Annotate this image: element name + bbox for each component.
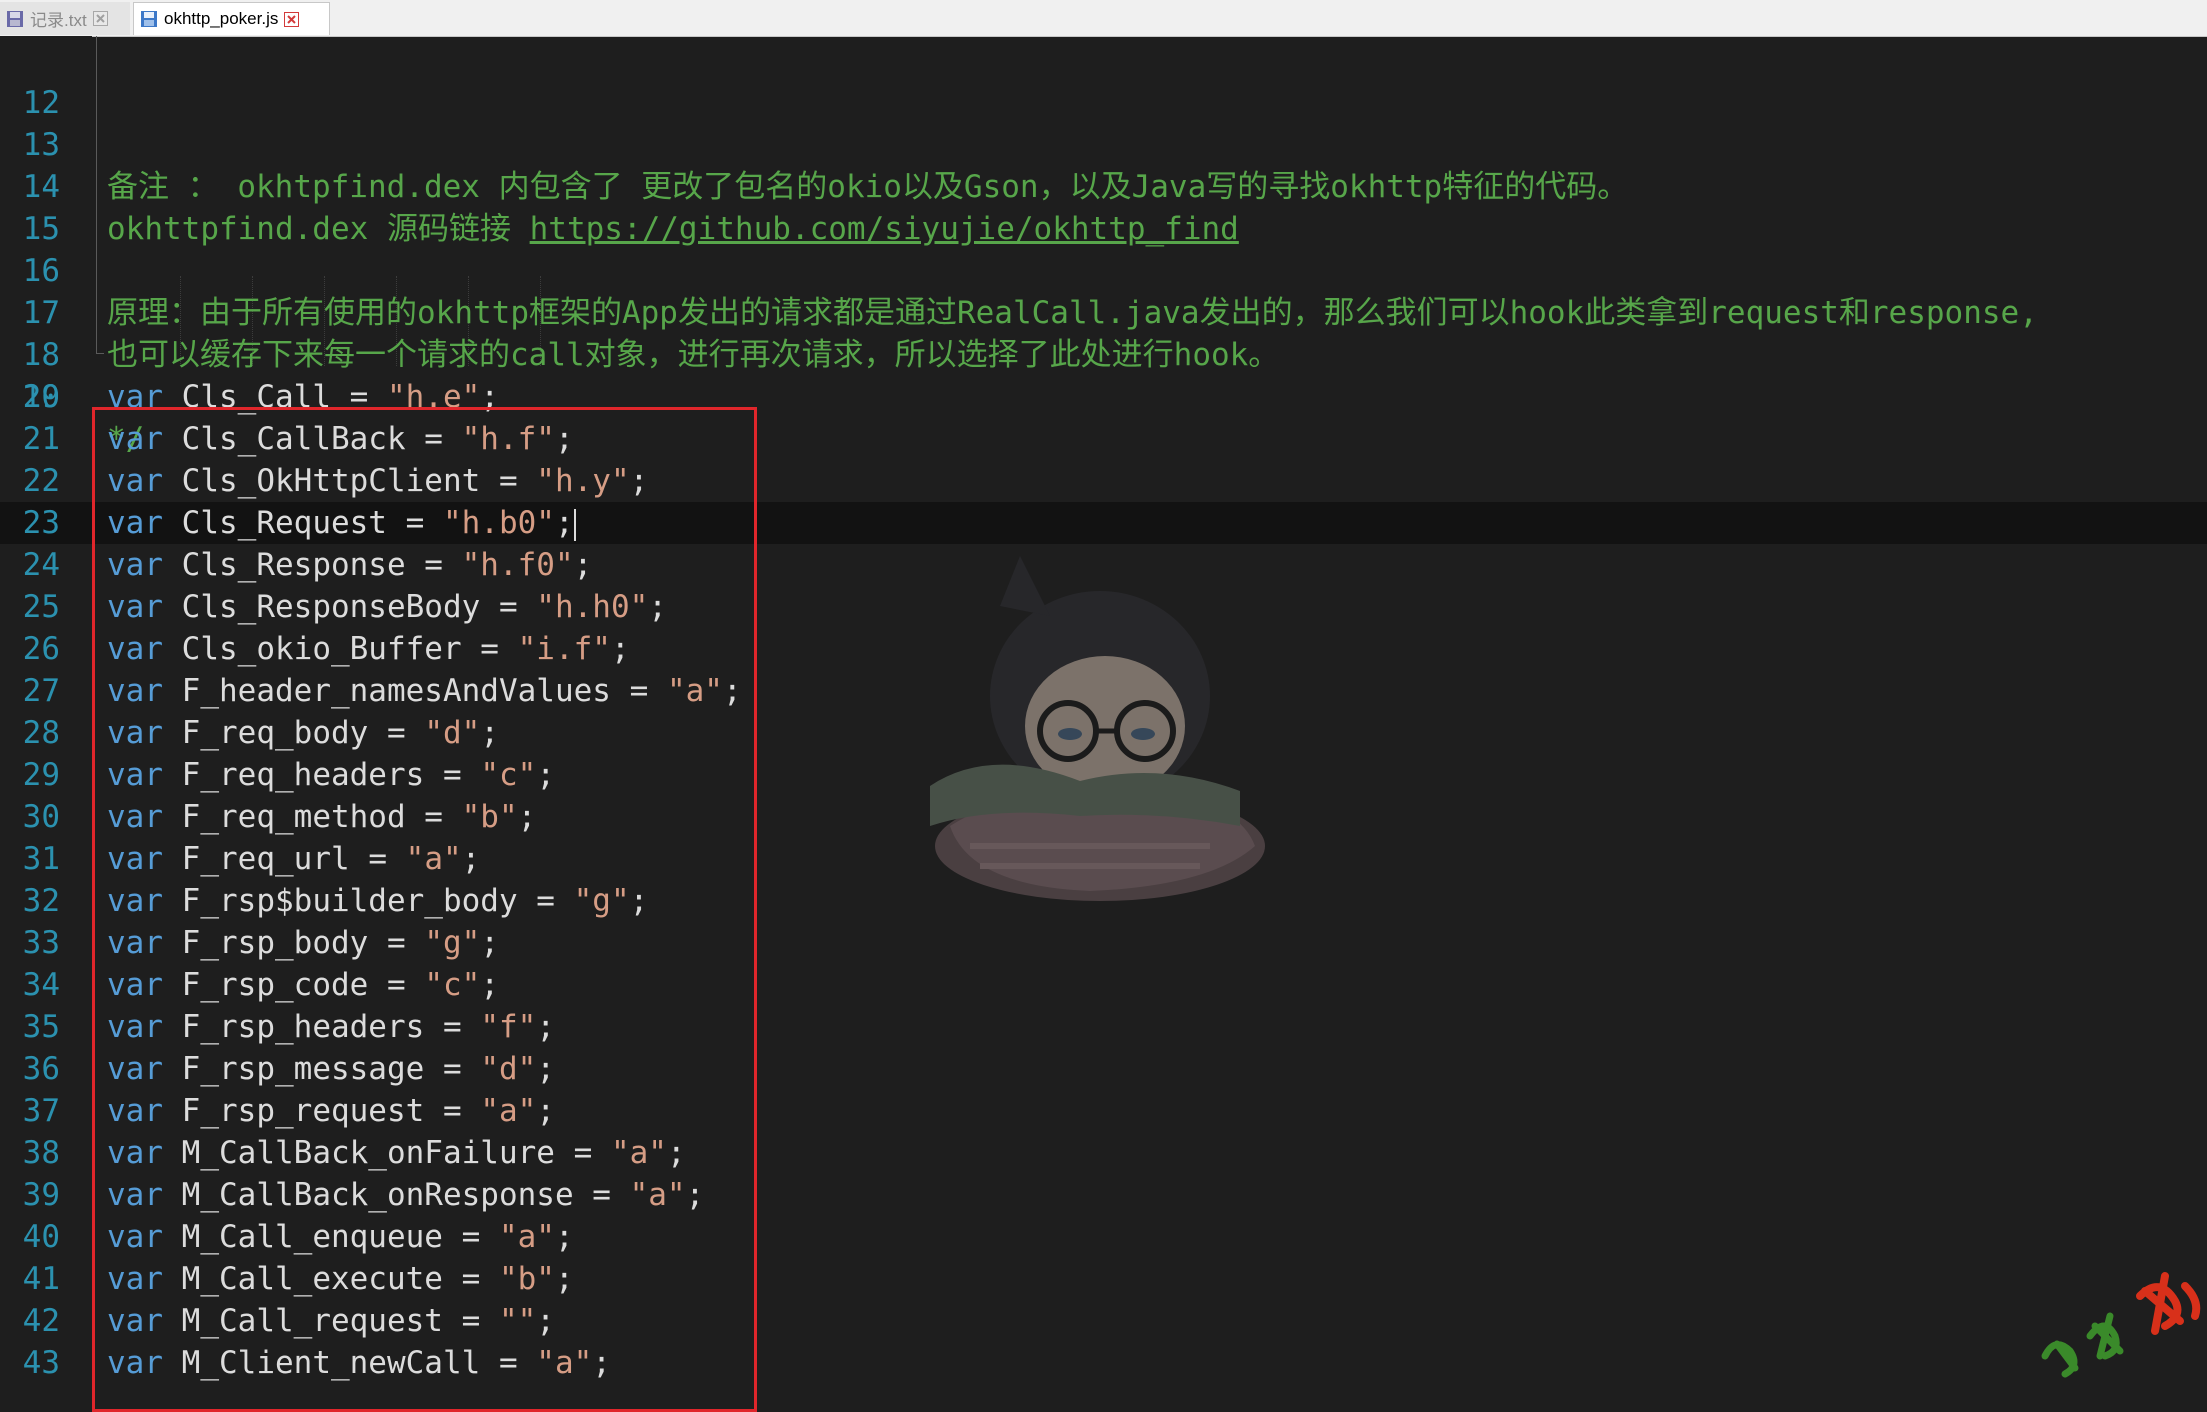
line-number: 28 [22, 715, 60, 751]
line-number: 40 [22, 1219, 60, 1255]
tab-notes-txt[interactable]: 记录.txt [0, 2, 130, 35]
code-line[interactable]: 19 */ [0, 334, 2207, 457]
line-number: 35 [22, 1009, 60, 1045]
code-line[interactable]: 13 备注 ： okhtpfind.dex 内包含了 更改了包名的okio以及G… [0, 82, 2207, 205]
signature-stamp-image [2035, 1256, 2207, 1386]
line-number: 34 [22, 967, 60, 1003]
line-number: 24 [22, 547, 60, 583]
tab-label: 记录.txt [30, 11, 87, 30]
line-number: 21 [22, 421, 60, 457]
line-number: 33 [22, 925, 60, 961]
code-line[interactable]: 15 [0, 166, 2207, 247]
line-number: 22 [22, 463, 60, 499]
code-line[interactable]: 12 [0, 40, 2207, 121]
code-editor[interactable]: 12 13 备注 ： okhtpfind.dex 内包含了 更改了包名的okio… [0, 36, 2207, 1412]
tab-bar: 记录.txt okhttp_poker.js [0, 0, 2207, 37]
line-number: 20 [22, 379, 60, 415]
line-number: 29 [22, 757, 60, 793]
red-highlight-box [92, 407, 757, 1412]
code-line[interactable]: 17 也可以缓存下来每一个请求的call对象，进行再次请求，所以选择了此处进行h… [0, 250, 2207, 373]
line-number: 30 [22, 799, 60, 835]
line-number: 38 [22, 1135, 60, 1171]
close-icon[interactable] [92, 11, 108, 26]
line-number: 41 [22, 1261, 60, 1297]
tab-label: okhttp_poker.js [164, 9, 279, 28]
line-number: 23 [22, 505, 60, 541]
line-number: 25 [22, 589, 60, 625]
line-number: 26 [22, 631, 60, 667]
code-line[interactable]: 16 原理：由于所有使用的okhttp框架的App发出的请求都是通过RealCa… [0, 208, 2207, 331]
save-disk-icon [140, 10, 158, 28]
line-number: 36 [22, 1051, 60, 1087]
close-icon[interactable] [284, 11, 300, 27]
line-number: 32 [22, 883, 60, 919]
line-number: 37 [22, 1093, 60, 1129]
code-line[interactable]: 18 [0, 292, 2207, 373]
line-number: 27 [22, 673, 60, 709]
code-line[interactable]: 14 okhttpfind.dex 源码链接 https://github.co… [0, 124, 2207, 247]
line-number: 39 [22, 1177, 60, 1213]
line-number: 43 [22, 1345, 60, 1381]
line-number: 31 [22, 841, 60, 877]
tab-okhttp-poker-js[interactable]: okhttp_poker.js [133, 2, 330, 35]
save-disk-icon [6, 10, 24, 28]
line-number: 42 [22, 1303, 60, 1339]
